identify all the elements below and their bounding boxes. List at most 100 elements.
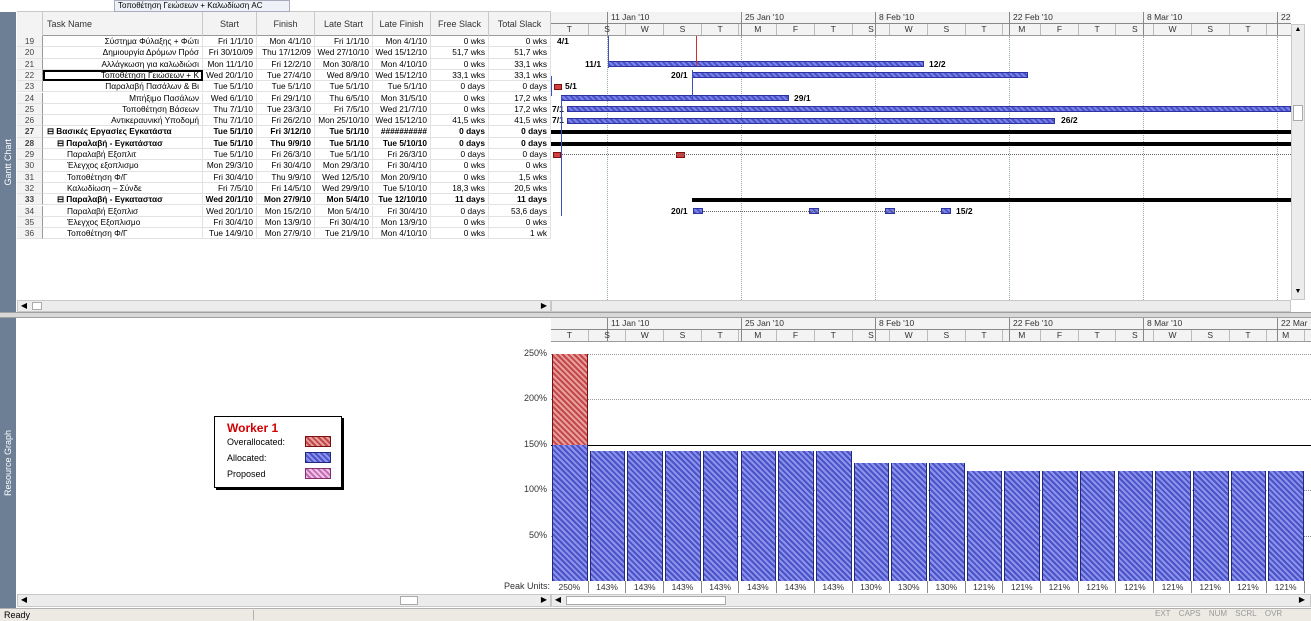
cell-start[interactable]: Wed 20/1/10	[203, 69, 257, 82]
table-hscrollbar[interactable]: ◀ ▶	[17, 300, 551, 312]
cell-free-slack[interactable]: 0 wks	[431, 228, 489, 240]
scroll-thumb[interactable]	[32, 302, 42, 310]
legend-hscrollbar[interactable]: ◀ ▶	[17, 594, 551, 607]
task-bar[interactable]	[561, 95, 789, 101]
col-free-slack[interactable]: Free Slack	[431, 12, 489, 36]
row-id[interactable]: 26	[17, 115, 43, 127]
task-bar[interactable]	[553, 151, 561, 158]
cell-free-slack[interactable]: 0 wks	[431, 92, 489, 104]
col-finish[interactable]: Finish	[257, 12, 315, 36]
cell-late-start[interactable]: Tue 21/9/10	[315, 228, 373, 240]
cell-free-slack[interactable]: 0 wks	[431, 103, 489, 116]
cell-total-slack[interactable]: 0 days	[489, 81, 551, 93]
cell-total-slack[interactable]: 33,1 wks	[489, 69, 551, 82]
cell-free-slack[interactable]: 33,1 wks	[431, 69, 489, 82]
cell-late-start[interactable]: Tue 5/1/10	[315, 81, 373, 93]
cell-late-finish[interactable]: Wed 21/7/10	[373, 103, 431, 116]
cell-start[interactable]: Tue 5/1/10	[203, 126, 257, 138]
task-bar[interactable]	[693, 208, 703, 214]
cell-finish[interactable]: Tue 23/3/10	[257, 103, 315, 116]
cell-total-slack[interactable]: 1 wk	[489, 228, 551, 240]
scroll-right-arrow[interactable]: ▶	[538, 301, 550, 311]
cell-late-start[interactable]: Mon 29/3/10	[315, 160, 373, 172]
cell-finish[interactable]: Thu 9/9/10	[257, 137, 315, 149]
scroll-left-arrow[interactable]: ◀	[18, 301, 30, 311]
allocated-bar[interactable]	[740, 451, 777, 581]
allocated-bar[interactable]	[1004, 471, 1041, 581]
cell-late-start[interactable]: Wed 12/5/10	[315, 171, 373, 183]
cell-total-slack[interactable]: 0 days	[489, 137, 551, 149]
cell-total-slack[interactable]: 0 wks	[489, 216, 551, 229]
cell-task-name[interactable]: Έλεγχος Εξοπλισμο	[43, 216, 203, 229]
cell-task-name[interactable]: Έλεγχος εξοπλισμο	[43, 160, 203, 172]
cell-total-slack[interactable]: 41,5 wks	[489, 115, 551, 127]
cell-late-finish[interactable]: ##########	[373, 126, 431, 138]
cell-total-slack[interactable]: 17,2 wks	[489, 92, 551, 104]
cell-free-slack[interactable]: 0 wks	[431, 171, 489, 183]
cell-task-name[interactable]: Τοποθέτηση Βάσεων	[43, 103, 203, 116]
cell-free-slack[interactable]: 0 days	[431, 81, 489, 93]
cell-task-name[interactable]: ⊟ Παραλαβή - Εγκαταστασ	[43, 194, 203, 206]
task-bar[interactable]	[692, 72, 1028, 79]
cell-start[interactable]: Fri 7/5/10	[203, 182, 257, 195]
cell-total-slack[interactable]: 0 days	[489, 126, 551, 138]
row-id[interactable]: 27	[17, 126, 43, 138]
cell-task-name[interactable]: Παραλαβή Εξοπλιτ	[43, 149, 203, 161]
table-row[interactable]: 28 ⊟ Παραλαβή - Εγκατάστασ Tue 5/1/10 Thu 9…	[17, 137, 551, 149]
scroll-left-arrow[interactable]: ◀	[18, 595, 30, 606]
select-all-cell[interactable]	[17, 12, 43, 36]
table-row[interactable]: 30 Έλεγχος εξοπλισμο Mon 29/3/10 Fri 30/4/1…	[17, 160, 551, 172]
task-bar[interactable]	[567, 106, 1291, 113]
allocated-bar[interactable]	[778, 451, 814, 581]
cell-finish[interactable]: Fri 26/2/10	[257, 115, 315, 127]
cell-total-slack[interactable]: 20,5 wks	[489, 182, 551, 195]
cell-late-start[interactable]: Fri 1/1/10	[315, 36, 373, 48]
vscroll-thumb[interactable]	[1293, 105, 1303, 121]
table-row[interactable]: 21 Αλλάγκωση για καλωδιώσι Mon 11/1/10 Fri …	[17, 58, 551, 70]
cell-task-name[interactable]: Σύστημα Φύλαξης + Φώτι	[43, 36, 203, 48]
cell-finish[interactable]: Mon 15/2/10	[257, 205, 315, 217]
cell-start[interactable]: Wed 6/1/10	[203, 92, 257, 104]
table-row[interactable]: 33 ⊟ Παραλαβή - Εγκαταστασ Wed 20/1/10 Mon …	[17, 194, 551, 206]
table-row[interactable]: 24 Μπήξιμο Πασάλων Wed 6/1/10 Fri 29/1/10 Th…	[17, 92, 551, 104]
entry-field[interactable]: Τοποθέτηση Γειώσεων + Καλωδίωση AC	[114, 0, 290, 12]
allocated-bar[interactable]	[1192, 471, 1229, 581]
row-id[interactable]: 32	[17, 182, 43, 195]
cell-late-start[interactable]: Fri 7/5/10	[315, 103, 373, 116]
cell-free-slack[interactable]: 0 wks	[431, 36, 489, 48]
row-id[interactable]: 24	[17, 92, 43, 104]
scroll-up-arrow[interactable]: ▲	[1293, 26, 1303, 36]
cell-late-start[interactable]: Tue 5/1/10	[315, 126, 373, 138]
cell-free-slack[interactable]: 51,7 wks	[431, 47, 489, 59]
allocated-bar[interactable]	[1079, 471, 1116, 581]
cell-start[interactable]: Mon 11/1/10	[203, 58, 257, 70]
allocated-bar[interactable]	[1155, 471, 1191, 581]
cell-finish[interactable]: Mon 27/9/10	[257, 228, 315, 240]
cell-start[interactable]: Thu 7/1/10	[203, 103, 257, 116]
cell-late-finish[interactable]: Tue 5/10/10	[373, 182, 431, 195]
table-row[interactable]: 19 Σύστημα Φύλαξης + Φώτι Fri 1/1/10 Mon 4/…	[17, 36, 551, 48]
cell-finish[interactable]: Tue 27/4/10	[257, 69, 315, 82]
scroll-left-arrow[interactable]: ◀	[552, 595, 564, 606]
resource-graph-view-tab[interactable]: Resource Graph	[0, 318, 16, 608]
row-id[interactable]: 36	[17, 228, 43, 240]
cell-task-name[interactable]: Τοποθέτηση Φ/Γ	[43, 228, 203, 240]
allocated-bar[interactable]	[589, 451, 626, 581]
cell-task-name[interactable]: Τοποθέτηση Γειώσεων + Κ	[43, 69, 203, 82]
cell-late-finish[interactable]: Fri 30/4/10	[373, 205, 431, 217]
cell-start[interactable]: Fri 30/4/10	[203, 216, 257, 229]
col-task-name[interactable]: Task Name	[43, 12, 203, 36]
cell-late-start[interactable]: Wed 29/9/10	[315, 182, 373, 195]
cell-finish[interactable]: Mon 4/1/10	[257, 36, 315, 48]
summary-bar[interactable]	[551, 130, 1291, 135]
allocated-bar[interactable]	[1117, 471, 1154, 581]
table-row[interactable]: 29 Παραλαβή Εξοπλιτ Tue 5/1/10 Fri 26/3/10 T…	[17, 149, 551, 161]
task-bar[interactable]	[608, 61, 924, 68]
graph-hscrollbar[interactable]: ◀ ▶	[551, 594, 1311, 607]
cell-start[interactable]: Fri 30/4/10	[203, 171, 257, 183]
cell-finish[interactable]: Mon 27/9/10	[257, 194, 315, 206]
cell-late-finish[interactable]: Wed 15/12/10	[373, 47, 431, 59]
col-start[interactable]: Start	[203, 12, 257, 36]
allocated-bar[interactable]	[891, 462, 927, 581]
cell-start[interactable]: Mon 29/3/10	[203, 160, 257, 172]
